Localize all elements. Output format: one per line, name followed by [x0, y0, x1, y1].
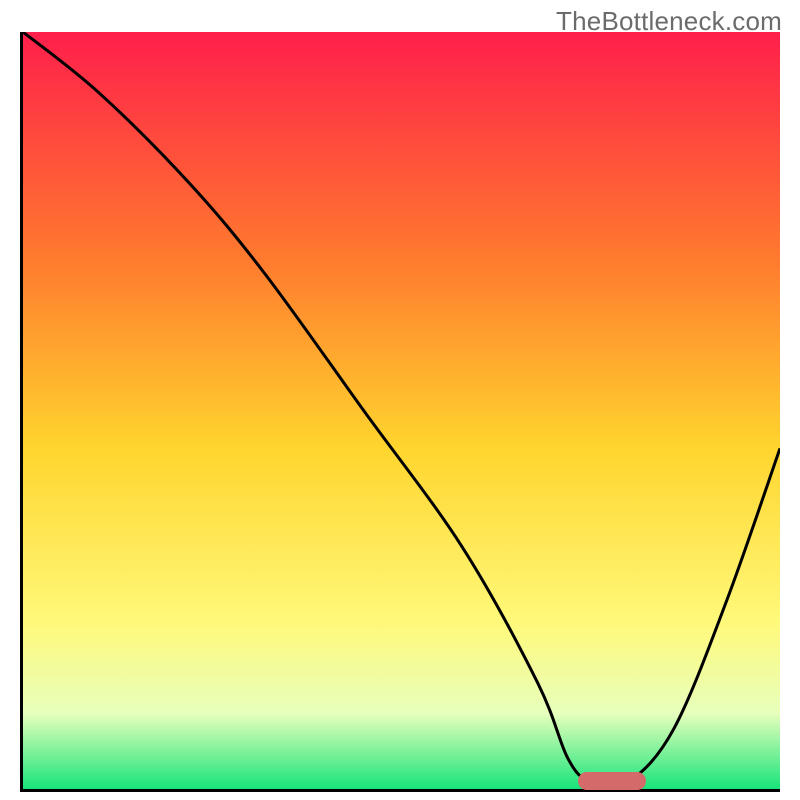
bottleneck-chart: TheBottleneck.com [0, 0, 800, 800]
plot-gradient [23, 32, 780, 789]
plot-area [20, 32, 780, 792]
